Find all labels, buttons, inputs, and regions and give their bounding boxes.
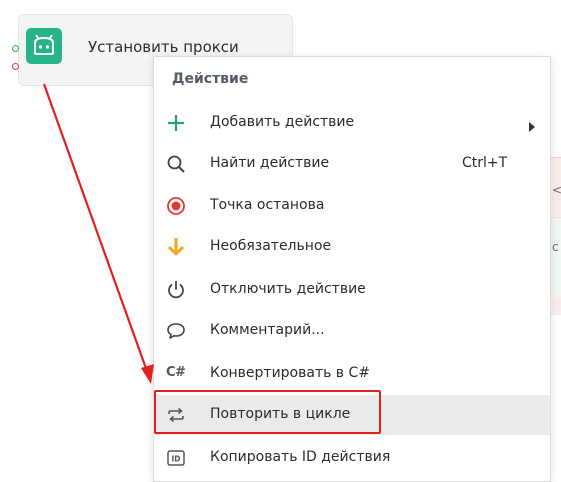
- menu-item-label: Конвертировать в C#: [210, 365, 371, 381]
- menu-item-label: Необязательное: [210, 238, 332, 254]
- menu-item-label: Комментарий...: [210, 322, 325, 338]
- menu-item-copy-id[interactable]: ID Копировать ID действия: [154, 438, 550, 478]
- background-node-text: <: [552, 183, 561, 197]
- menu-item-find-action[interactable]: Найти действие Ctrl+T: [154, 144, 550, 184]
- chevron-right-icon: [528, 117, 536, 136]
- loop-icon: [164, 403, 188, 427]
- background-node-text: с: [552, 240, 559, 254]
- menu-item-label: Отключить действие: [210, 281, 366, 297]
- menu-item-label: Найти действие: [210, 155, 330, 171]
- menu-item-repeat-loop[interactable]: Повторить в цикле: [154, 395, 550, 435]
- menu-item-optional[interactable]: Необязательное: [154, 227, 550, 267]
- node-input-port[interactable]: [12, 45, 19, 52]
- menu-item-shortcut: Ctrl+T: [462, 155, 508, 171]
- android-icon: [26, 28, 62, 64]
- menu-item-label: Повторить в цикле: [210, 406, 351, 422]
- menu-item-label: Точка останова: [210, 197, 325, 213]
- menu-item-add-action[interactable]: Добавить действие: [154, 103, 550, 143]
- context-menu: Действие Добавить действие Найти действи…: [153, 56, 551, 482]
- comment-icon: [164, 319, 188, 343]
- arrow-down-icon: [164, 235, 188, 259]
- svg-text:ID: ID: [171, 455, 180, 464]
- workflow-canvas: < с Установить прокси Действие Добавить …: [0, 0, 561, 482]
- menu-item-label: Добавить действие: [210, 114, 355, 130]
- breakpoint-icon: [164, 194, 188, 218]
- power-icon: [164, 278, 188, 302]
- menu-item-breakpoint[interactable]: Точка останова: [154, 186, 550, 226]
- csharp-icon: C#: [166, 365, 186, 380]
- id-icon: ID: [164, 446, 188, 470]
- menu-item-convert-csharp[interactable]: C# Конвертировать в C#: [154, 354, 550, 394]
- menu-item-comment[interactable]: Комментарий...: [154, 311, 550, 351]
- menu-header: Действие: [172, 71, 249, 87]
- node-output-port[interactable]: [12, 63, 19, 70]
- menu-item-label: Копировать ID действия: [210, 449, 391, 465]
- search-icon: [164, 152, 188, 176]
- node-title: Установить прокси: [88, 38, 239, 56]
- plus-icon: [164, 111, 188, 135]
- menu-item-disable-action[interactable]: Отключить действие: [154, 270, 550, 310]
